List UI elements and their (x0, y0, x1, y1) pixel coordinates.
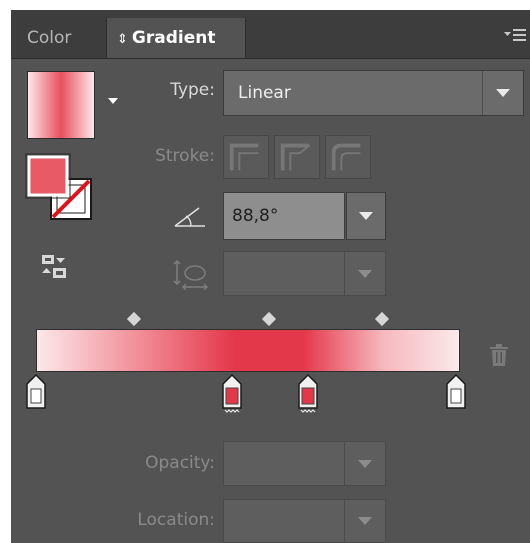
location-label: Location: (137, 510, 215, 530)
gradient-preview-swatch[interactable] (27, 71, 95, 139)
stop-marker-icon (26, 374, 46, 409)
panel-menu-icon[interactable] (504, 26, 526, 44)
chevron-down-icon (358, 517, 372, 525)
opacity-dropdown-button[interactable] (344, 442, 385, 485)
gradient-midpoint[interactable] (126, 311, 142, 327)
type-label: Type: (170, 80, 215, 100)
tab-bar: Color ⇕ Gradient (11, 10, 530, 59)
stroke-across-button[interactable] (325, 135, 371, 179)
stroke-along-icon (280, 143, 311, 171)
location-dropdown-button[interactable] (344, 500, 385, 542)
aspect-ratio-dropdown[interactable] (223, 251, 386, 296)
gradient-stop[interactable] (25, 374, 47, 410)
swatch-dropdown-icon[interactable] (108, 98, 118, 104)
stroke-within-button[interactable] (223, 135, 269, 179)
reverse-gradient-icon[interactable] (41, 254, 67, 280)
chevron-down-icon (358, 459, 372, 468)
gradient-stop-selected[interactable] (221, 374, 243, 413)
chevron-down-icon (359, 212, 373, 220)
chevron-down-icon (496, 89, 510, 97)
gradient-midpoint[interactable] (261, 311, 277, 327)
angle-icon (174, 207, 205, 227)
stop-marker-icon (222, 374, 242, 413)
aspect-ratio-dropdown-button[interactable] (344, 252, 385, 295)
opacity-label: Opacity: (145, 453, 215, 473)
angle-dropdown-button[interactable] (346, 192, 386, 240)
updown-arrows-icon: ⇕ (117, 32, 128, 47)
angle-value: 88,8° (232, 206, 279, 226)
tab-color-label: Color (27, 28, 72, 48)
gradient-stop-selected[interactable] (297, 374, 319, 413)
stop-marker-icon (298, 374, 318, 413)
gradient-slider[interactable] (36, 329, 460, 372)
opacity-dropdown[interactable] (223, 441, 386, 486)
stroke-within-icon (229, 143, 259, 171)
gradient-panel: Color ⇕ Gradient Type: Linear Stroke: 88… (11, 10, 530, 543)
chevron-down-icon (358, 269, 372, 278)
type-dropdown-button[interactable] (482, 71, 523, 115)
gradient-midpoint[interactable] (374, 311, 390, 327)
type-dropdown[interactable]: Linear (223, 70, 524, 116)
aspect-ratio-icon (173, 259, 208, 290)
stop-marker-icon (446, 374, 466, 409)
stroke-along-button[interactable] (274, 135, 320, 179)
fill-stroke-swatch[interactable] (25, 153, 97, 225)
tab-gradient[interactable]: ⇕ Gradient (106, 18, 246, 58)
trash-icon[interactable] (489, 344, 509, 366)
gradient-stop[interactable] (445, 374, 467, 410)
angle-input[interactable]: 88,8° (223, 192, 345, 240)
location-dropdown[interactable] (223, 499, 386, 543)
tab-gradient-label: Gradient (131, 28, 216, 48)
stroke-across-icon (331, 143, 361, 171)
stroke-label: Stroke: (155, 146, 215, 166)
type-value: Linear (238, 83, 291, 103)
tab-color[interactable]: Color (17, 18, 105, 58)
